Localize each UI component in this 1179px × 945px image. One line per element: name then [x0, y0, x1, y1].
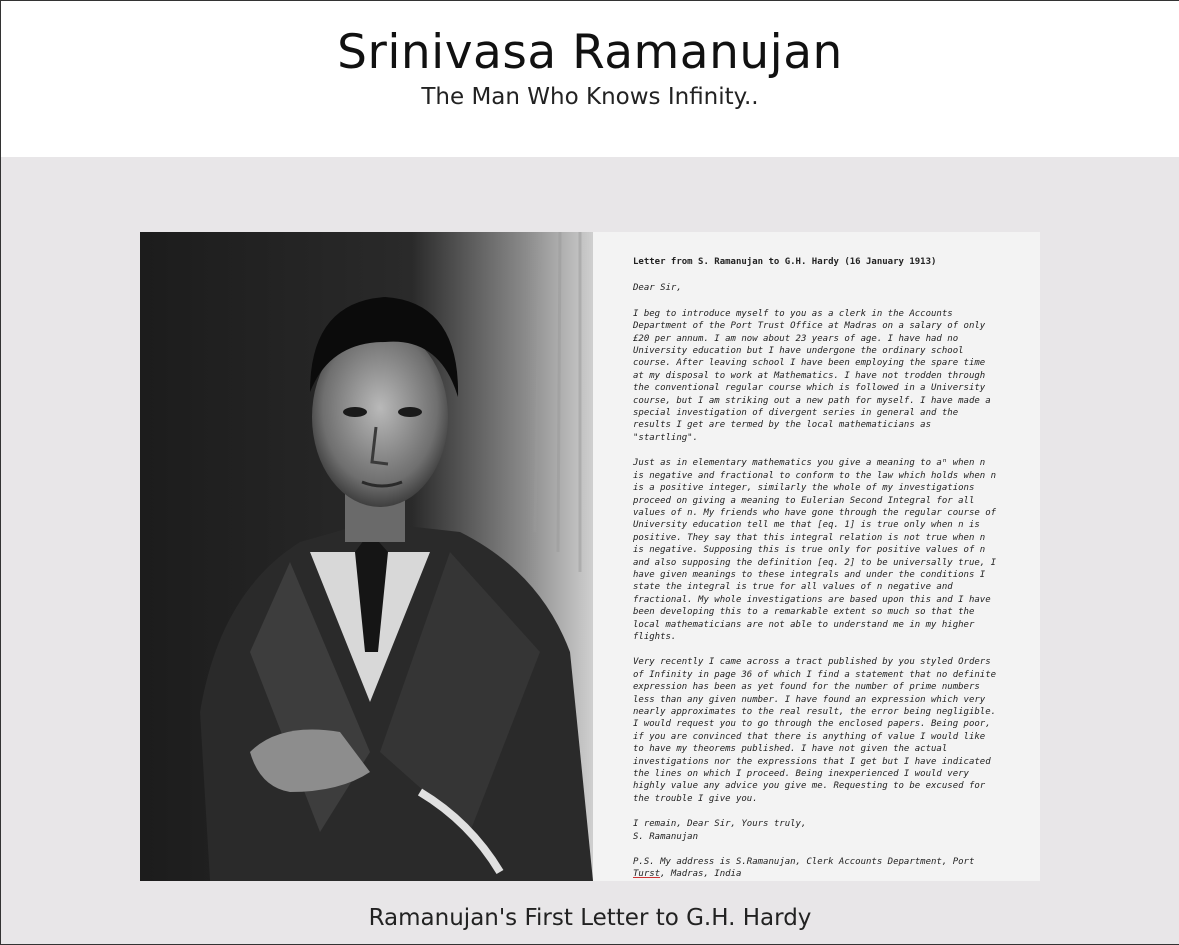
- portrait-photo: [140, 232, 593, 881]
- letter-postscript: P.S. My address is S.Ramanujan, Clerk Ac…: [633, 856, 1000, 881]
- letter-paragraph-1: I beg to introduce myself to you as a cl…: [633, 308, 991, 443]
- page-subtitle: The Man Who Knows Infinity..: [421, 84, 759, 110]
- postscript-suffix: , Madras, India: [660, 869, 742, 880]
- main-section: Letter from S. Ramanujan to G.H. Hardy (…: [1, 157, 1179, 944]
- letter-text: Letter from S. Ramanujan to G.H. Hardy (…: [593, 232, 1040, 881]
- figure-caption: Ramanujan's First Letter to G.H. Hardy: [368, 905, 812, 931]
- postscript-prefix: P.S. My address is S.Ramanujan, Clerk Ac…: [633, 857, 975, 868]
- portrait-illustration: [140, 232, 593, 881]
- postscript-underlined-word: Turst: [633, 869, 661, 880]
- letter-paragraph-3: Very recently I came across a tract publ…: [633, 657, 997, 804]
- letter-salutation: Dear Sir,: [633, 283, 682, 294]
- letter-closing: I remain, Dear Sir, Yours truly,: [633, 819, 807, 830]
- letter-paragraph-2: Just as in elementary mathematics you gi…: [633, 458, 997, 642]
- page-header: Srinivasa Ramanujan The Man Who Knows In…: [1, 1, 1179, 157]
- letter-signature: S. Ramanujan: [633, 831, 699, 842]
- letter-heading: Letter from S. Ramanujan to G.H. Hardy (…: [633, 257, 937, 267]
- page-title: Srinivasa Ramanujan: [337, 25, 843, 80]
- letter-figure: Letter from S. Ramanujan to G.H. Hardy (…: [140, 232, 1040, 881]
